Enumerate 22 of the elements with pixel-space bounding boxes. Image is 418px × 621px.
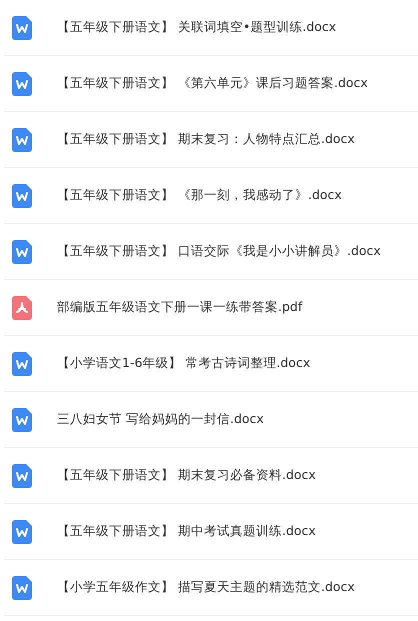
word-document-icon: [12, 576, 32, 600]
file-name[interactable]: 【五年级下册语文】 期末复习必备资料.docx: [57, 466, 316, 485]
word-document-icon: [12, 16, 32, 40]
word-document-icon: [12, 128, 32, 152]
word-document-icon: [12, 240, 32, 264]
file-name[interactable]: 【小学五年级作文】 描写夏天主题的精选范文.docx: [57, 578, 355, 597]
word-document-icon: [12, 72, 32, 96]
word-document-icon: [12, 408, 32, 432]
pdf-document-icon: [12, 296, 32, 320]
file-name[interactable]: 三八妇女节 写给妈妈的一封信.docx: [57, 410, 264, 429]
file-name[interactable]: 【五年级下册语文】 期中考试真题训练.docx: [57, 522, 316, 541]
file-name[interactable]: 部编版五年级语文下册一课一练带答案.pdf: [57, 298, 302, 317]
file-name[interactable]: 【五年级下册语文】 《那一刻，我感动了》.docx: [57, 186, 342, 205]
file-name[interactable]: 【五年级下册语文】 关联词填空•题型训练.docx: [57, 18, 336, 37]
word-document-icon: [12, 184, 32, 208]
word-document-icon: [12, 352, 32, 376]
file-name[interactable]: 【小学语文1-6年级】 常考古诗词整理.docx: [57, 354, 310, 373]
word-document-icon: [12, 464, 32, 488]
file-name[interactable]: 【五年级下册语文】 期末复习：人物特点汇总.docx: [57, 130, 355, 149]
file-name[interactable]: 【五年级下册语文】 《第六单元》课后习题答案.docx: [57, 74, 368, 93]
file-name[interactable]: 【五年级下册语文】 口语交际《我是小小讲解员》.docx: [57, 242, 381, 261]
word-document-icon: [12, 520, 32, 544]
